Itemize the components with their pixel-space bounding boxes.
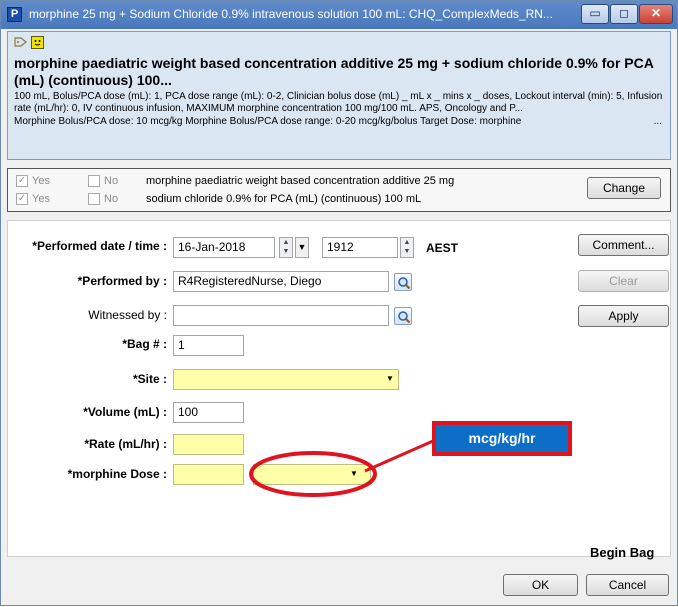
performed-by-search-icon[interactable] (394, 273, 412, 291)
rate-label: *Rate (mL/hr) : (84, 437, 167, 451)
dose-line-text: Morphine Bolus/PCA dose: 10 mcg/kg Morph… (14, 116, 522, 127)
administration-dialog: P morphine 25 mg + Sodium Chloride 0.9% … (0, 0, 678, 606)
rate-input[interactable] (173, 434, 244, 455)
performed-by-input[interactable]: R4RegisteredNurse, Diego (173, 271, 389, 292)
medication-title: morphine paediatric weight based concent… (14, 55, 654, 88)
morphine-dose-label: *morphine Dose : (67, 467, 167, 481)
yes-label: Yes (32, 193, 50, 205)
witnessed-by-input[interactable] (173, 305, 389, 326)
begin-bag-label: Begin Bag (590, 545, 655, 560)
site-dropdown-arrow[interactable]: ▼ (383, 369, 397, 390)
clear-button[interactable]: Clear (578, 270, 669, 292)
ok-button[interactable]: OK (503, 574, 578, 596)
volume-input[interactable]: 100 (173, 402, 244, 423)
bag-number-input[interactable]: 1 (173, 335, 244, 356)
medication-dose-line: Morphine Bolus/PCA dose: 10 mcg/kg Morph… (14, 116, 664, 128)
window-title: morphine 25 mg + Sodium Chloride 0.9% in… (29, 7, 553, 21)
site-select[interactable] (173, 369, 399, 390)
site-label: *Site : (132, 372, 167, 386)
morphine-dose-input[interactable] (173, 464, 244, 485)
performed-by-label: *Performed by : (77, 274, 167, 288)
yes-checkbox[interactable]: ✓ (16, 193, 28, 205)
date-spinner[interactable]: ▲ ▼ (279, 237, 293, 258)
app-icon: P (7, 7, 22, 22)
bag-number-label: *Bag # : (122, 337, 167, 351)
yes-checkbox[interactable]: ✓ (16, 175, 28, 187)
witnessed-by-search-icon[interactable] (394, 307, 412, 325)
no-label: No (104, 175, 119, 187)
close-button[interactable]: ✕ (639, 4, 673, 24)
no-checkbox[interactable] (88, 193, 100, 205)
no-label: No (104, 193, 119, 205)
ingredients-panel: ✓ Yes No morphine paediatric weight base… (7, 168, 671, 212)
dose-line-more[interactable]: ... (654, 116, 662, 128)
no-checkbox[interactable] (88, 175, 100, 187)
cancel-button[interactable]: Cancel (586, 574, 669, 596)
minimize-button[interactable]: ▭ (581, 4, 609, 24)
performed-date-input[interactable]: 16-Jan-2018 (173, 237, 275, 258)
change-button[interactable]: Change (587, 177, 661, 199)
volume-label: *Volume (mL) : (83, 405, 167, 419)
performed-time-input[interactable]: 1912 (322, 237, 398, 258)
apply-button[interactable]: Apply (578, 305, 669, 327)
order-summary-header: morphine paediatric weight based concent… (7, 31, 671, 160)
order-tag-icon (14, 36, 28, 50)
ingredient-row: ✓ Yes No morphine paediatric weight base… (8, 173, 568, 191)
witnessed-by-label: Witnessed by : (88, 308, 167, 322)
maximize-button[interactable]: ◻ (610, 4, 638, 24)
title-bar: P morphine 25 mg + Sodium Chloride 0.9% … (1, 1, 677, 29)
ingredient-row: ✓ Yes No sodium chloride 0.9% for PCA (m… (8, 191, 568, 209)
ingredient-text: sodium chloride 0.9% for PCA (mL) (conti… (146, 193, 422, 205)
date-dropdown-arrow[interactable]: ▼ (295, 237, 309, 258)
dose-unit-dropdown-arrow[interactable]: ▼ (347, 464, 361, 485)
time-spinner[interactable]: ▲ ▼ (400, 237, 414, 258)
ingredient-text: morphine paediatric weight based concent… (146, 175, 455, 187)
medication-details: 100 mL, Bolus/PCA dose (mL): 1, PCA dose… (14, 91, 663, 114)
yes-label: Yes (32, 175, 50, 187)
unit-callout: mcg/kg/hr (432, 421, 572, 456)
timezone-label: AEST (426, 241, 459, 255)
high-alert-face-icon (31, 36, 45, 49)
performed-date-label: *Performed date / time : (32, 239, 167, 253)
comment-button[interactable]: Comment... (578, 234, 669, 256)
